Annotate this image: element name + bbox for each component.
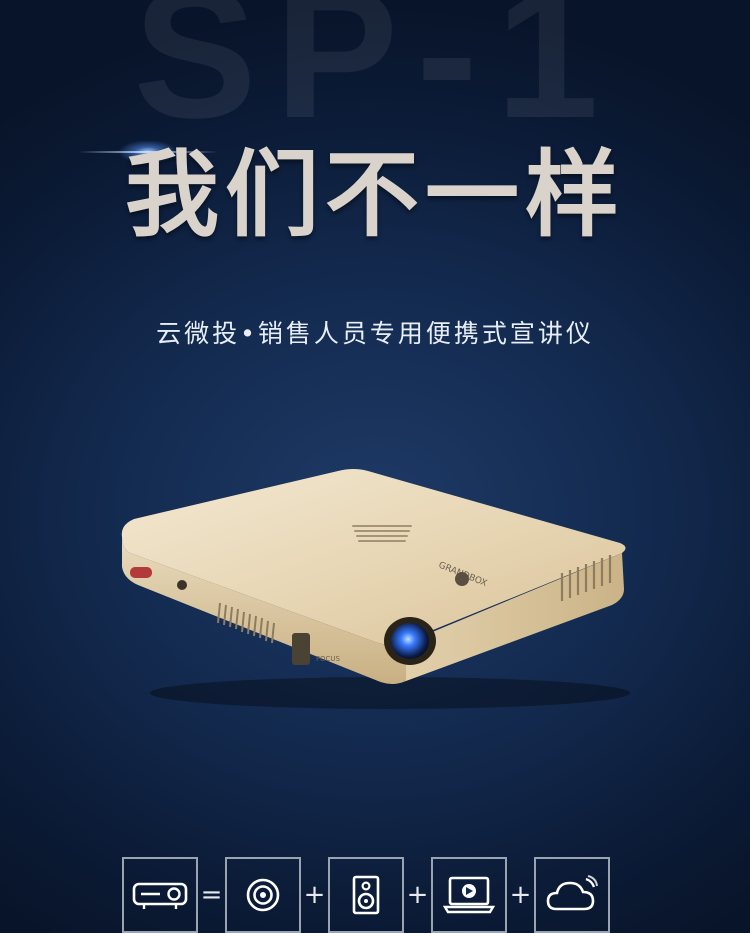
projector-icon (132, 882, 188, 909)
speaker-icon (246, 878, 280, 912)
sound-box-icon-box (328, 857, 404, 933)
speaker-icon-box (225, 857, 301, 933)
sound-box-icon (352, 875, 380, 915)
projector-icon-box (122, 857, 198, 933)
headline: 我们不一样 (124, 141, 625, 250)
cloud-icon-box (534, 857, 610, 933)
subtitle: 云微投•销售人员专用便携式宣讲仪 (156, 319, 594, 348)
plus-sign: + (303, 880, 326, 910)
feature-formula-row: = + + + (122, 857, 610, 933)
laptop-icon (443, 876, 495, 914)
focus-label: FOCUS (316, 655, 341, 663)
equals-sign: = (200, 880, 223, 910)
background-model-text: SP-1 (133, 0, 617, 157)
plus-sign: + (406, 880, 429, 910)
plus-sign: + (509, 880, 532, 910)
cloud-icon (546, 875, 598, 911)
projector-product-image: GRANDBOX FOCUS (121, 469, 630, 709)
laptop-icon-box (431, 857, 507, 933)
